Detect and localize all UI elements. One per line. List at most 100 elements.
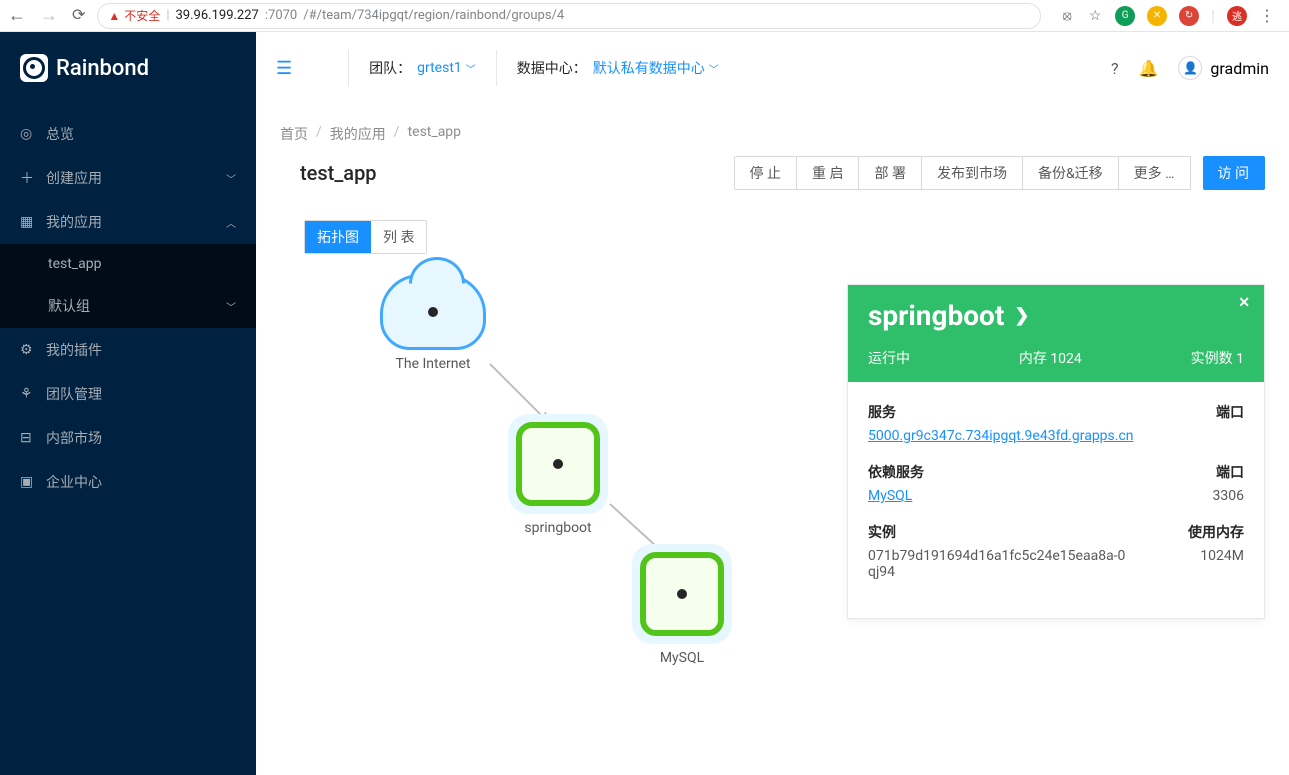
breadcrumb-home[interactable]: 首页 [280, 124, 308, 144]
chevron-up-icon: ︿ [226, 215, 236, 230]
node-springboot[interactable]: springboot [508, 414, 608, 536]
page-title: test_app [280, 161, 377, 185]
service-label: 服务 [868, 402, 896, 422]
profile-icon[interactable]: 逃 [1227, 6, 1247, 26]
sidebar-item-testapp[interactable]: test_app [0, 244, 256, 284]
breadcrumb-sep: / [316, 124, 322, 144]
plugins-icon: ⚙ [20, 342, 36, 358]
reload-icon[interactable]: ⟳ [72, 5, 85, 26]
extension-orange-icon[interactable]: ✕ [1147, 6, 1167, 26]
browser-chrome: ← → ⟳ ▲ 不安全 | 39.96.199.227:7070/#/team/… [0, 0, 1289, 32]
dependency-link[interactable]: MySQL [868, 488, 912, 504]
cloud-icon [380, 274, 486, 350]
node-dot [677, 589, 687, 599]
help-icon[interactable]: ? [1111, 59, 1119, 78]
hexagon-icon [516, 422, 600, 506]
breadcrumb: 首页 / 我的应用 / test_app [280, 124, 1265, 144]
node-label: MySQL [660, 650, 704, 666]
extension-red-icon[interactable]: ↻ [1179, 6, 1199, 26]
instance-id: 071b79d191694d16a1fc5c24e15eaa8a-0qj94 [868, 548, 1128, 580]
collapse-sidebar-icon[interactable]: ☰ [276, 58, 292, 79]
node-mysql[interactable]: MySQL [632, 544, 732, 666]
sidebar-label-testapp: test_app [48, 256, 101, 272]
sidebar-menu: ◎ 总览 ＋ 创建应用 ﹀ ▦ 我的应用 ︿ test_app 默认组 ﹀ ⚙ [0, 104, 256, 775]
breadcrumb-current: test_app [408, 124, 461, 144]
divider [348, 50, 349, 86]
sidebar-item-team[interactable]: ⚘ 团队管理 [0, 372, 256, 416]
panel-title[interactable]: springboot ❯ [868, 299, 1244, 332]
more-button[interactable]: 更多 … [1119, 156, 1191, 190]
overview-icon: ◎ [20, 126, 36, 142]
node-label: springboot [524, 520, 591, 536]
sidebar: Rainbond ◎ 总览 ＋ 创建应用 ﹀ ▦ 我的应用 ︿ test_app… [0, 32, 256, 775]
warning-icon: ▲ [108, 9, 120, 23]
logo[interactable]: Rainbond [0, 32, 256, 104]
team-label: 团队： [369, 58, 411, 78]
content: 首页 / 我的应用 / test_app test_app 停 止 重 启 部 … [256, 104, 1289, 775]
insecure-label: 不安全 [124, 7, 160, 24]
url-port: :7070 [265, 8, 297, 23]
dc-value: 默认私有数据中心 [593, 58, 705, 78]
sidebar-item-default-group[interactable]: 默认组 ﹀ [0, 284, 256, 328]
hexagon-icon [640, 552, 724, 636]
dependency-label: 依赖服务 [868, 462, 924, 482]
url-divider: | [166, 8, 169, 23]
stop-button[interactable]: 停 止 [734, 156, 797, 190]
username: gradmin [1210, 59, 1269, 78]
chevron-down-icon: ﹀ [466, 61, 476, 76]
panel-header: ✕ springboot ❯ 运行中 内存 1024 实例数 1 [848, 285, 1264, 382]
apps-icon: ▦ [20, 214, 36, 230]
sidebar-item-my-apps[interactable]: ▦ 我的应用 ︿ [0, 200, 256, 244]
sidebar-label-overview: 总览 [46, 124, 74, 144]
dc-label: 数据中心： [517, 58, 587, 78]
service-url-link[interactable]: 5000.gr9c347c.734ipgqt.9e43fd.grapps.cn [868, 428, 1134, 444]
topbar: ☰ 团队： grtest1 ﹀ 数据中心： 默认私有数据中心 ﹀ ? 🔔 👤 g… [256, 32, 1289, 104]
plus-icon: ＋ [20, 168, 36, 188]
back-icon[interactable]: ← [8, 5, 26, 26]
close-icon[interactable]: ✕ [1238, 295, 1250, 311]
team-icon: ⚘ [20, 386, 36, 402]
deploy-button[interactable]: 部 署 [859, 156, 921, 190]
tab-topology[interactable]: 拓扑图 [305, 221, 371, 253]
dc-dropdown[interactable]: 默认私有数据中心 ﹀ [593, 58, 719, 78]
page-actions: 停 止 重 启 部 署 发布到市场 备份&迁移 更多 … 访 问 [734, 156, 1266, 190]
user-menu[interactable]: 👤 gradmin [1178, 56, 1269, 80]
mem-usage-label: 使用内存 [1188, 522, 1244, 542]
page-header: test_app 停 止 重 启 部 署 发布到市场 备份&迁移 更多 … 访 … [280, 156, 1265, 190]
extension-green-icon[interactable]: G [1115, 6, 1135, 26]
sidebar-label-team: 团队管理 [46, 384, 102, 404]
enterprise-icon: ▣ [20, 474, 36, 490]
chrome-menu-icon[interactable]: ⋮ [1259, 6, 1275, 25]
sidebar-item-plugins[interactable]: ⚙ 我的插件 [0, 328, 256, 372]
port-label: 端口 [1216, 402, 1244, 422]
tab-list[interactable]: 列 表 [371, 221, 426, 253]
sidebar-item-overview[interactable]: ◎ 总览 [0, 112, 256, 156]
logo-icon [20, 54, 48, 82]
status-badge: 运行中 [868, 348, 910, 368]
breadcrumb-sep: / [394, 124, 400, 144]
dependency-port: 3306 [1213, 488, 1244, 504]
sidebar-label-plugins: 我的插件 [46, 340, 102, 360]
translate-icon[interactable]: ⦻ [1059, 8, 1075, 24]
node-internet[interactable]: The Internet [380, 274, 486, 372]
publish-button[interactable]: 发布到市场 [922, 156, 1023, 190]
star-icon[interactable]: ☆ [1087, 8, 1103, 24]
backup-button[interactable]: 备份&迁移 [1023, 156, 1119, 190]
sidebar-label-market: 内部市场 [46, 428, 102, 448]
team-dropdown[interactable]: grtest1 ﹀ [417, 60, 476, 76]
forward-icon: → [40, 5, 58, 26]
restart-button[interactable]: 重 启 [797, 156, 859, 190]
sidebar-label-default: 默认组 [48, 296, 90, 316]
breadcrumb-myapps[interactable]: 我的应用 [330, 124, 386, 144]
visit-button[interactable]: 访 问 [1203, 156, 1265, 190]
chevron-down-icon: ﹀ [709, 61, 719, 76]
logo-text: Rainbond [56, 56, 149, 81]
url-bar[interactable]: ▲ 不安全 | 39.96.199.227:7070/#/team/734ipg… [97, 3, 1041, 29]
sidebar-item-market[interactable]: ⊟ 内部市场 [0, 416, 256, 460]
sidebar-item-create-app[interactable]: ＋ 创建应用 ﹀ [0, 156, 256, 200]
bell-icon[interactable]: 🔔 [1139, 59, 1159, 78]
sidebar-item-enterprise[interactable]: ▣ 企业中心 [0, 460, 256, 504]
sidebar-label-create: 创建应用 [46, 168, 102, 188]
main-content: ☰ 团队： grtest1 ﹀ 数据中心： 默认私有数据中心 ﹀ ? 🔔 👤 g… [256, 32, 1289, 775]
instance-label: 实例 [868, 522, 896, 542]
